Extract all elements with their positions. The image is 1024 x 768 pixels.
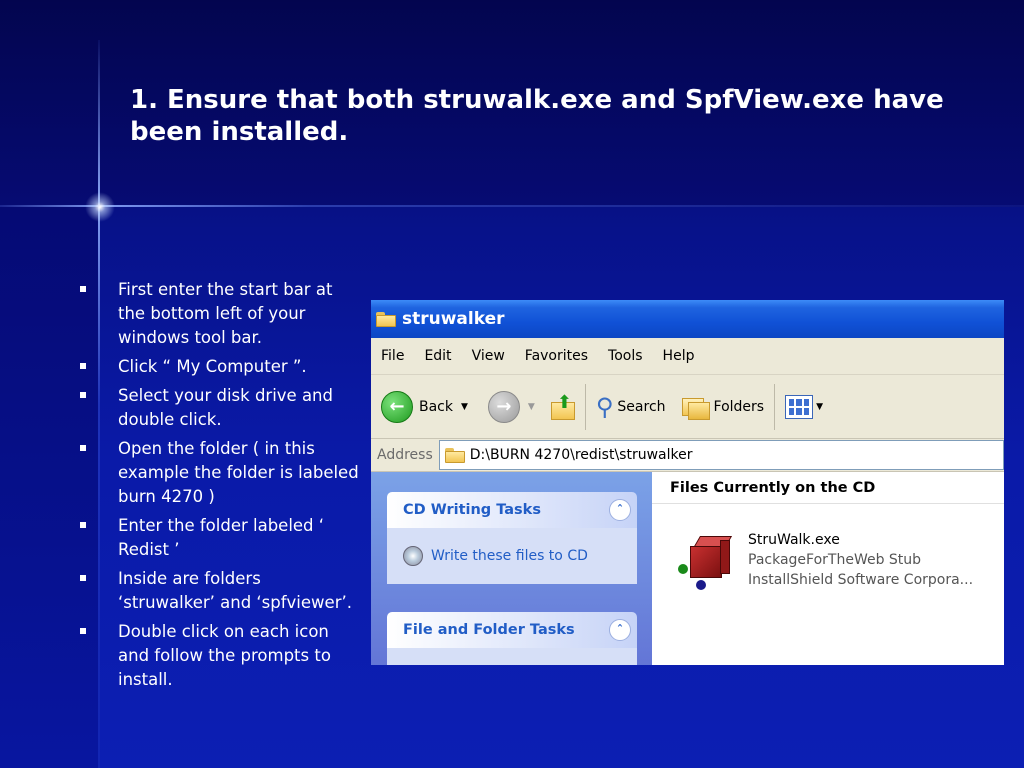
file-item-struwalk[interactable]: StruWalk.exe PackageForTheWeb Stub Insta…: [676, 530, 973, 592]
list-item: Select your disk drive and double click.: [80, 384, 360, 432]
cd-writing-tasks-header[interactable]: CD Writing Tasks ˆ: [387, 492, 637, 528]
file-company: InstallShield Software Corpora...: [748, 572, 974, 588]
installer-package-icon: [676, 530, 738, 592]
list-item: Click “ My Computer ”.: [80, 355, 360, 379]
explorer-content: CD Writing Tasks ˆ Write these files to …: [371, 472, 1004, 665]
task-pane: CD Writing Tasks ˆ Write these files to …: [371, 472, 652, 665]
file-details: StruWalk.exe PackageForTheWeb Stub Insta…: [748, 530, 973, 592]
explorer-window-screenshot: struwalker File Edit View Favorites Tool…: [371, 300, 1004, 665]
address-value: D:\BURN 4270\redist\struwalker: [469, 447, 693, 463]
file-folder-tasks-body: [387, 648, 637, 665]
list-item: Inside are folders ‘struwalker’ and ‘spf…: [80, 567, 360, 615]
bullet-icon: [80, 286, 86, 292]
views-icon: [785, 394, 814, 419]
forward-button[interactable]: → ▼: [487, 390, 535, 423]
menu-view[interactable]: View: [472, 348, 505, 364]
menu-favorites[interactable]: Favorites: [525, 348, 588, 364]
cd-writing-tasks-panel: CD Writing Tasks ˆ Write these files to …: [387, 492, 637, 584]
address-input[interactable]: D:\BURN 4270\redist\struwalker: [438, 440, 1004, 470]
folders-button[interactable]: Folders: [681, 396, 765, 420]
horizontal-divider: [0, 205, 1024, 207]
files-group-header: Files Currently on the CD: [652, 472, 1004, 504]
folder-icon: [376, 311, 396, 327]
menu-file[interactable]: File: [381, 348, 404, 364]
list-item: First enter the start bar at the bottom …: [80, 278, 360, 350]
back-arrow-icon: ←: [381, 390, 413, 423]
bullet-icon: [80, 628, 86, 634]
menu-bar: File Edit View Favorites Tools Help: [371, 338, 1004, 375]
chevron-down-icon[interactable]: ▼: [528, 402, 535, 412]
menu-edit[interactable]: Edit: [424, 348, 451, 364]
bullet-icon: [80, 445, 86, 451]
menu-help[interactable]: Help: [663, 348, 695, 364]
search-button[interactable]: ⚲ Search: [596, 393, 666, 421]
sparkle-decoration: [85, 192, 115, 222]
search-label: Search: [617, 398, 666, 415]
address-bar: Address D:\BURN 4270\redist\struwalker: [371, 439, 1004, 472]
toolbar-separator: [774, 383, 776, 430]
cd-writing-tasks-body: Write these files to CD: [387, 528, 637, 584]
menu-tools[interactable]: Tools: [608, 348, 643, 364]
folders-label: Folders: [713, 398, 765, 415]
views-button[interactable]: ▼: [785, 394, 823, 419]
instruction-list: First enter the start bar at the bottom …: [80, 278, 360, 697]
bullet-icon: [80, 575, 86, 581]
folder-icon: [444, 447, 465, 463]
list-item: Double click on each icon and follow the…: [80, 620, 360, 692]
folders-icon: [681, 396, 710, 420]
file-description: PackageForTheWeb Stub: [748, 552, 922, 568]
chevron-down-icon[interactable]: ▼: [461, 402, 468, 412]
toolbar: ← Back ▼ → ▼ ⚲ Search Folders ▼: [371, 375, 1004, 439]
list-item: Enter the folder labeled ‘ Redist ’: [80, 514, 360, 562]
file-folder-tasks-panel: File and Folder Tasks ˆ: [387, 612, 637, 665]
up-folder-icon: [550, 392, 575, 420]
cd-writing-tasks-title: CD Writing Tasks: [403, 502, 541, 518]
bullet-icon: [80, 392, 86, 398]
window-title: struwalker: [402, 309, 505, 329]
back-label: Back: [419, 398, 453, 415]
address-label: Address: [377, 447, 433, 463]
bullet-icon: [80, 363, 86, 369]
toolbar-separator: [584, 383, 586, 430]
search-icon: ⚲: [595, 392, 614, 421]
bullet-icon: [80, 522, 86, 528]
up-folder-button[interactable]: [550, 392, 575, 420]
write-files-to-cd-link[interactable]: Write these files to CD: [431, 548, 588, 564]
collapse-icon[interactable]: ˆ: [609, 619, 631, 641]
forward-arrow-icon: →: [487, 390, 520, 423]
window-title-bar[interactable]: struwalker: [371, 300, 1004, 338]
list-item: Open the folder ( in this example the fo…: [80, 437, 360, 509]
chevron-down-icon[interactable]: ▼: [816, 402, 823, 412]
file-folder-tasks-title: File and Folder Tasks: [403, 622, 575, 638]
files-pane: Files Currently on the CD StruWalk.exe P…: [652, 472, 1004, 665]
cd-icon: [403, 546, 423, 566]
collapse-icon[interactable]: ˆ: [609, 499, 631, 521]
file-folder-tasks-header[interactable]: File and Folder Tasks ˆ: [387, 612, 637, 648]
file-name: StruWalk.exe: [748, 532, 840, 548]
back-button[interactable]: ← Back ▼: [381, 390, 468, 423]
slide-title: 1. Ensure that both struwalk.exe and Spf…: [130, 85, 944, 147]
